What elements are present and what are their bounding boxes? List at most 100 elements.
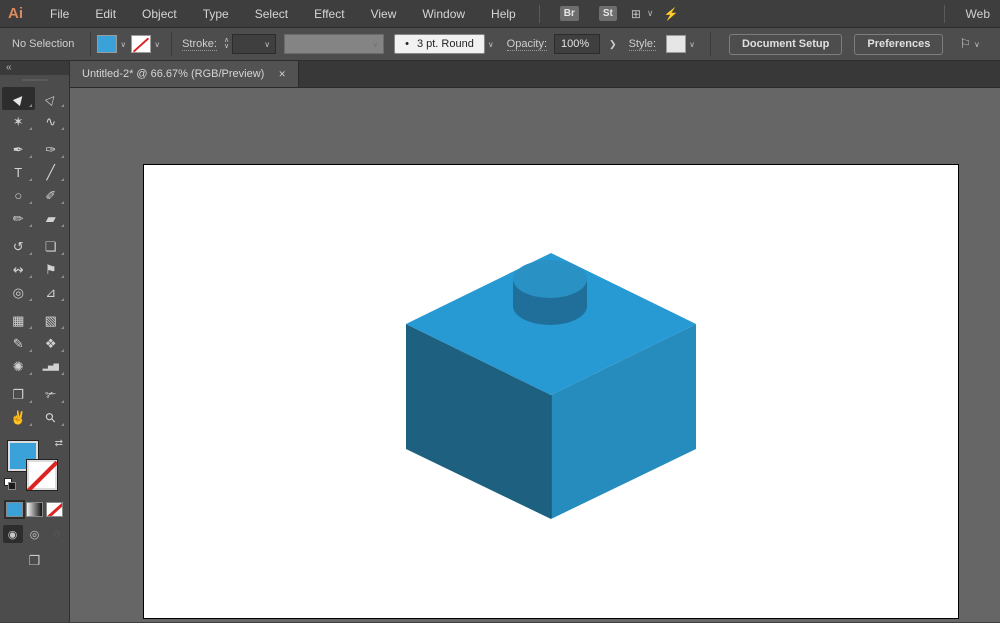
zoom-tool[interactable]: ⚲ xyxy=(35,406,68,429)
menu-item-type[interactable]: Type xyxy=(190,7,242,21)
shape-builder-tool[interactable]: ◎ xyxy=(2,281,35,304)
magic-wand-tool[interactable]: ✶ xyxy=(2,110,35,133)
scale-tool[interactable]: ❏ xyxy=(35,235,68,258)
stroke-weight-label[interactable]: Stroke: xyxy=(182,38,217,51)
stroke-weight-stepper[interactable]: ∧ ∨ xyxy=(224,37,229,50)
slice-tool-icon: ✃ xyxy=(45,386,57,402)
stroke-chevron-icon[interactable]: ∨ xyxy=(154,40,160,49)
opacity-label[interactable]: Opacity: xyxy=(506,38,548,51)
menu-item-select[interactable]: Select xyxy=(242,7,301,21)
artboard[interactable] xyxy=(143,164,959,619)
change-screen-mode-button[interactable]: ❒ xyxy=(29,553,41,569)
direct-selection-tool[interactable]: ▷ xyxy=(35,87,68,110)
menu-item-edit[interactable]: Edit xyxy=(82,7,129,21)
brush-definition-dropdown[interactable]: • 3 pt. Round xyxy=(394,34,485,54)
type-tool[interactable]: T xyxy=(2,161,35,184)
workspace-separator xyxy=(944,5,945,23)
line-segment-tool[interactable]: ╱ xyxy=(35,161,68,184)
gradient-tool[interactable]: ▧ xyxy=(35,309,68,332)
width-tool[interactable]: ↭ xyxy=(2,258,35,281)
column-graph-tool[interactable]: ▂▅▇ xyxy=(35,355,68,378)
none-mode-button[interactable] xyxy=(46,502,63,517)
fill-chevron-icon[interactable]: ∨ xyxy=(120,40,126,49)
canvas-background[interactable] xyxy=(70,88,1000,622)
mesh-tool[interactable]: ▦ xyxy=(2,309,35,332)
style-chevron-icon[interactable]: ∨ xyxy=(689,40,695,49)
opacity-arrow-icon[interactable]: ❯ xyxy=(609,39,617,50)
fill-color-swatch[interactable] xyxy=(97,35,118,53)
menu-item-window[interactable]: Window xyxy=(409,7,478,21)
draw-inside-button[interactable]: ◌ xyxy=(47,525,67,543)
workspace-tool-chevron-icon[interactable]: ∨ xyxy=(974,40,980,49)
lasso-tool[interactable]: ∿ xyxy=(35,110,68,133)
hand-tool-icon: ✌ xyxy=(10,409,27,425)
brush-chevron-icon[interactable]: ∨ xyxy=(488,40,494,49)
stroke-weight-chevron-icon[interactable]: ∨ xyxy=(264,40,270,49)
hand-tool[interactable]: ✌ xyxy=(2,406,35,429)
gradient-mode-button[interactable] xyxy=(26,502,43,517)
menu-item-view[interactable]: View xyxy=(358,7,410,21)
draw-behind-button[interactable]: ◎ xyxy=(25,525,45,543)
tools-panel-grip[interactable] xyxy=(0,75,69,85)
document-tab[interactable]: Untitled-2* @ 66.67% (RGB/Preview) ✕ xyxy=(70,61,299,87)
perspective-grid-tool[interactable]: ⊿ xyxy=(35,281,68,304)
slice-tool[interactable]: ✃ xyxy=(35,383,68,406)
rotate-tool[interactable]: ↺ xyxy=(2,235,35,258)
stepper-down-icon[interactable]: ∨ xyxy=(224,43,229,50)
puppet-warp-tool[interactable]: ⚑ xyxy=(35,258,68,281)
tools-panel: « ▶ ▷ ✶ ∿ ✒ ✑ T ╱ ○ ✐ ✏ ▰ ↺ ❏ ↭ ⚑ ◎ ⊿ ▦ ▧ ✎ ❖ ✺ ▂▅▇ ❐ ✃ ✌ ⚲ ⇄ ◉ ◎ ◌ ❒ xyxy=(0,61,70,622)
workspace-switcher[interactable]: Web xyxy=(966,7,990,21)
eyedropper-tool[interactable]: ✎ xyxy=(2,332,35,355)
pen-tool[interactable]: ✒ xyxy=(2,138,35,161)
artboard-tool[interactable]: ❐ xyxy=(2,383,35,406)
puppet-warp-tool-icon: ⚑ xyxy=(44,261,57,277)
default-fill-stroke-icon[interactable] xyxy=(4,478,16,490)
opacity-input[interactable]: 100% xyxy=(554,34,601,54)
document-tab-title: Untitled-2* @ 66.67% (RGB/Preview) xyxy=(82,68,265,80)
brush-bullet-icon: • xyxy=(405,38,409,50)
perspective-grid-tool-icon: ⊿ xyxy=(45,284,57,300)
eraser-tool-icon: ▰ xyxy=(45,210,56,226)
menubar-separator xyxy=(538,4,540,23)
sync-status-icon[interactable]: ⚡ xyxy=(664,7,679,21)
eraser-tool[interactable]: ▰ xyxy=(35,207,68,230)
work-area: Untitled-2* @ 66.67% (RGB/Preview) ✕ xyxy=(70,61,1000,622)
arrange-documents-icon[interactable]: ⊞ xyxy=(631,7,641,21)
paintbrush-tool[interactable]: ✐ xyxy=(35,184,68,207)
curvature-tool[interactable]: ✑ xyxy=(35,138,68,161)
selection-tool[interactable]: ▶ xyxy=(2,87,35,110)
type-tool-icon: T xyxy=(14,165,23,180)
style-swatch[interactable] xyxy=(666,35,687,53)
arrange-documents-chevron-icon[interactable]: ∨ xyxy=(647,8,654,19)
width-profile-chevron-icon: ∨ xyxy=(372,39,379,49)
menu-item-object[interactable]: Object xyxy=(129,7,190,21)
bridge-button[interactable]: Br xyxy=(559,6,579,21)
style-label[interactable]: Style: xyxy=(628,38,657,51)
tab-close-icon[interactable]: ✕ xyxy=(278,69,286,80)
color-mode-button[interactable] xyxy=(6,502,23,517)
ellipse-tool-icon: ○ xyxy=(14,188,23,203)
illustrator-logo: Ai xyxy=(8,5,23,22)
stroke-color-swatch[interactable] xyxy=(131,35,152,53)
shaper-tool[interactable]: ✏ xyxy=(2,207,35,230)
menu-item-effect[interactable]: Effect xyxy=(301,7,357,21)
menu-item-file[interactable]: File xyxy=(37,7,82,21)
stroke-weight-dropdown[interactable]: ∨ xyxy=(232,34,277,54)
swap-fill-stroke-icon[interactable]: ⇄ xyxy=(55,438,63,449)
symbol-sprayer-tool[interactable]: ✺ xyxy=(2,355,35,378)
menu-item-help[interactable]: Help xyxy=(478,7,529,21)
stock-button[interactable]: St xyxy=(598,6,617,21)
width-profile-dropdown: ∨ xyxy=(284,34,385,54)
draw-normal-button[interactable]: ◉ xyxy=(2,525,23,543)
document-setup-button[interactable]: Document Setup xyxy=(728,33,843,55)
tools-panel-collapse[interactable]: « xyxy=(0,61,69,75)
blend-tool[interactable]: ❖ xyxy=(35,332,68,355)
drawing-mode-buttons: ◉ ◎ ◌ xyxy=(0,525,69,543)
workspace-tool-icon[interactable]: ⚐ xyxy=(959,36,971,52)
preferences-button[interactable]: Preferences xyxy=(854,33,944,55)
eyedropper-tool-icon: ✎ xyxy=(12,335,24,351)
shaper-tool-icon: ✏ xyxy=(12,210,24,226)
stroke-proxy-swatch[interactable] xyxy=(26,459,58,491)
ellipse-tool[interactable]: ○ xyxy=(2,184,35,207)
lego-brick-artwork[interactable] xyxy=(144,165,960,620)
